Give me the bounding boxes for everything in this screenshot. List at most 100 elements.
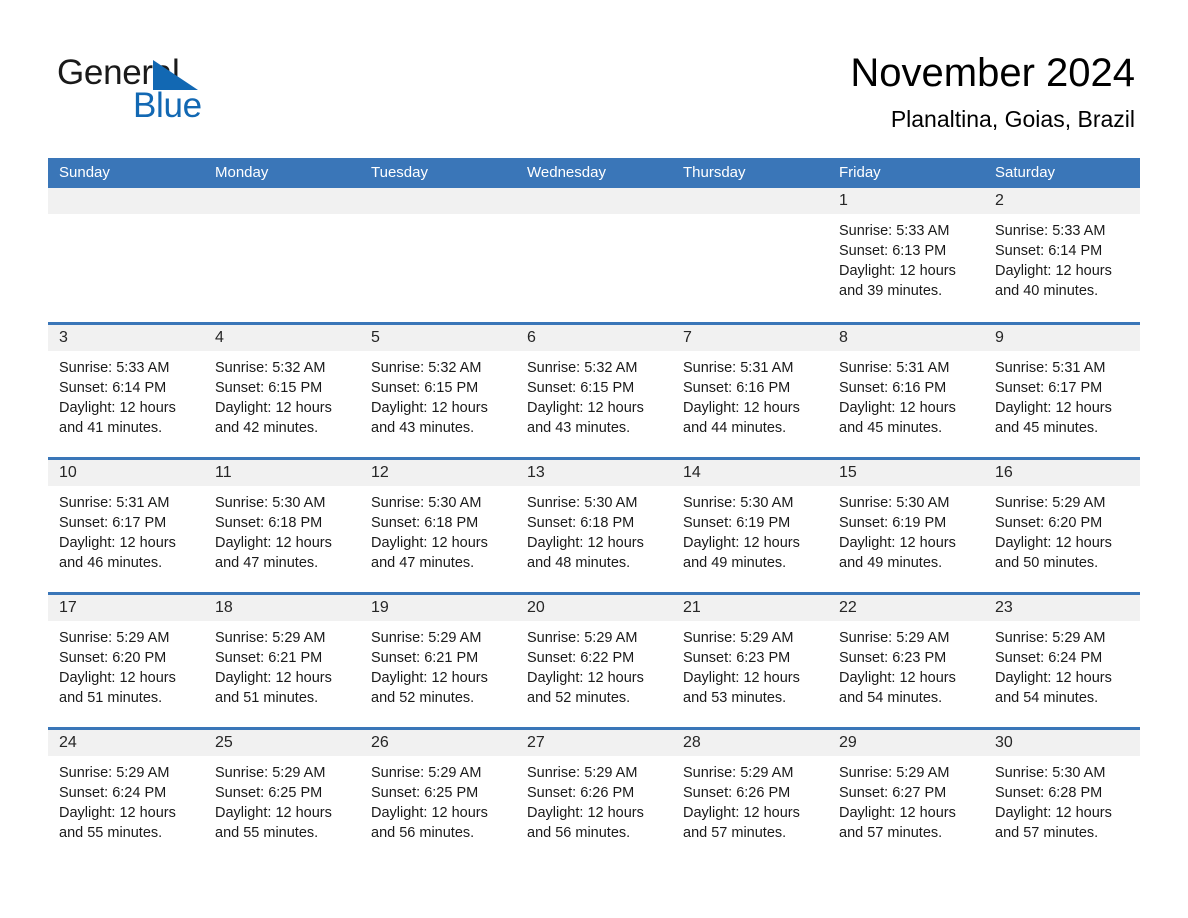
day-number-band — [516, 188, 672, 214]
calendar-day-cell[interactable]: 1 Sunrise: 5:33 AM Sunset: 6:13 PM Daylight… — [828, 188, 984, 322]
sunrise-text: Sunrise: 5:29 AM — [527, 765, 638, 781]
sunset-text: Sunset: 6:23 PM — [839, 650, 947, 666]
calendar-week-row: 17 Sunrise: 5:29 AM Sunset: 6:20 PM Dayligh… — [48, 592, 1140, 727]
calendar-day-cell-empty — [204, 188, 360, 322]
calendar-day-cell[interactable]: 18 Sunrise: 5:29 AM Sunset: 6:21 PM Dayligh… — [204, 592, 360, 727]
sunrise-text: Sunrise: 5:29 AM — [683, 765, 794, 781]
page-header: General Blue November 2024 Planaltina, G… — [0, 0, 1188, 158]
day-number-band: 18 — [204, 595, 360, 621]
calendar-day-cell[interactable]: 22 Sunrise: 5:29 AM Sunset: 6:23 PM Dayligh… — [828, 592, 984, 727]
day-number-band: 4 — [204, 325, 360, 351]
calendar-day-cell[interactable]: 30 Sunrise: 5:30 AM Sunset: 6:28 PM Dayligh… — [984, 727, 1140, 862]
calendar-day-cell-empty — [516, 188, 672, 322]
day-number-band: 24 — [48, 730, 204, 756]
daylight-text: Daylight: 12 hours and 57 minutes. — [995, 805, 1112, 841]
calendar-day-cell[interactable]: 16 Sunrise: 5:29 AM Sunset: 6:20 PM Dayligh… — [984, 457, 1140, 592]
daylight-text: Daylight: 12 hours and 54 minutes. — [995, 670, 1112, 706]
day-sun-info: Sunrise: 5:29 AM Sunset: 6:20 PM Daylight:… — [984, 486, 1140, 573]
day-sun-info: Sunrise: 5:31 AM Sunset: 6:16 PM Daylight:… — [672, 351, 828, 438]
calendar-day-cell[interactable]: 7 Sunrise: 5:31 AM Sunset: 6:16 PM Daylight… — [672, 322, 828, 457]
day-number-band: 22 — [828, 595, 984, 621]
sunset-text: Sunset: 6:15 PM — [371, 380, 479, 396]
day-number: 28 — [683, 734, 701, 751]
day-number: 13 — [527, 464, 545, 481]
weekday-header-wednesday: Wednesday — [527, 164, 606, 181]
day-number-band: 25 — [204, 730, 360, 756]
day-number: 8 — [839, 329, 848, 346]
calendar-day-cell[interactable]: 10 Sunrise: 5:31 AM Sunset: 6:17 PM Dayligh… — [48, 457, 204, 592]
calendar-day-cell[interactable]: 28 Sunrise: 5:29 AM Sunset: 6:26 PM Dayligh… — [672, 727, 828, 862]
day-number-band: 8 — [828, 325, 984, 351]
day-number: 12 — [371, 464, 389, 481]
calendar-day-cell[interactable]: 4 Sunrise: 5:32 AM Sunset: 6:15 PM Daylight… — [204, 322, 360, 457]
daylight-text: Daylight: 12 hours and 56 minutes. — [371, 805, 488, 841]
day-number-band: 23 — [984, 595, 1140, 621]
day-sun-info: Sunrise: 5:29 AM Sunset: 6:26 PM Daylight:… — [672, 756, 828, 843]
sunrise-text: Sunrise: 5:32 AM — [371, 360, 482, 376]
sunset-text: Sunset: 6:20 PM — [59, 650, 167, 666]
sunset-text: Sunset: 6:21 PM — [371, 650, 479, 666]
day-number-band: 9 — [984, 325, 1140, 351]
day-number-band: 20 — [516, 595, 672, 621]
day-sun-info: Sunrise: 5:29 AM Sunset: 6:23 PM Daylight:… — [672, 621, 828, 708]
day-number-band: 26 — [360, 730, 516, 756]
day-sun-info: Sunrise: 5:31 AM Sunset: 6:17 PM Daylight:… — [984, 351, 1140, 438]
calendar-day-cell[interactable]: 19 Sunrise: 5:29 AM Sunset: 6:21 PM Dayligh… — [360, 592, 516, 727]
calendar-day-cell[interactable]: 9 Sunrise: 5:31 AM Sunset: 6:17 PM Daylight… — [984, 322, 1140, 457]
calendar-day-cell[interactable]: 23 Sunrise: 5:29 AM Sunset: 6:24 PM Dayligh… — [984, 592, 1140, 727]
sunrise-text: Sunrise: 5:30 AM — [683, 495, 794, 511]
daylight-text: Daylight: 12 hours and 53 minutes. — [683, 670, 800, 706]
day-number: 9 — [995, 329, 1004, 346]
day-number-band — [672, 188, 828, 214]
calendar-day-cell[interactable]: 17 Sunrise: 5:29 AM Sunset: 6:20 PM Dayligh… — [48, 592, 204, 727]
calendar-day-cell-empty — [48, 188, 204, 322]
calendar-day-cell[interactable]: 13 Sunrise: 5:30 AM Sunset: 6:18 PM Dayligh… — [516, 457, 672, 592]
sunrise-text: Sunrise: 5:29 AM — [371, 630, 482, 646]
day-number-band: 2 — [984, 188, 1140, 214]
sunset-text: Sunset: 6:15 PM — [527, 380, 635, 396]
sunset-text: Sunset: 6:21 PM — [215, 650, 323, 666]
day-number-band: 10 — [48, 460, 204, 486]
calendar-day-cell[interactable]: 26 Sunrise: 5:29 AM Sunset: 6:25 PM Dayligh… — [360, 727, 516, 862]
calendar-day-cell[interactable]: 12 Sunrise: 5:30 AM Sunset: 6:18 PM Dayligh… — [360, 457, 516, 592]
day-number: 18 — [215, 599, 233, 616]
calendar-day-cell[interactable]: 27 Sunrise: 5:29 AM Sunset: 6:26 PM Dayligh… — [516, 727, 672, 862]
day-sun-info: Sunrise: 5:31 AM Sunset: 6:17 PM Daylight:… — [48, 486, 204, 573]
day-number: 26 — [371, 734, 389, 751]
calendar-day-cell[interactable]: 21 Sunrise: 5:29 AM Sunset: 6:23 PM Dayligh… — [672, 592, 828, 727]
day-number-band: 11 — [204, 460, 360, 486]
daylight-text: Daylight: 12 hours and 42 minutes. — [215, 400, 332, 436]
calendar-day-cell[interactable]: 24 Sunrise: 5:29 AM Sunset: 6:24 PM Dayligh… — [48, 727, 204, 862]
calendar-weeks: 1 Sunrise: 5:33 AM Sunset: 6:13 PM Daylight… — [48, 188, 1140, 862]
daylight-text: Daylight: 12 hours and 40 minutes. — [995, 263, 1112, 299]
sunset-text: Sunset: 6:23 PM — [683, 650, 791, 666]
sunrise-text: Sunrise: 5:33 AM — [59, 360, 170, 376]
calendar-day-cell[interactable]: 3 Sunrise: 5:33 AM Sunset: 6:14 PM Daylight… — [48, 322, 204, 457]
sunrise-text: Sunrise: 5:29 AM — [527, 630, 638, 646]
calendar-day-cell[interactable]: 8 Sunrise: 5:31 AM Sunset: 6:16 PM Daylight… — [828, 322, 984, 457]
calendar-day-cell[interactable]: 14 Sunrise: 5:30 AM Sunset: 6:19 PM Dayligh… — [672, 457, 828, 592]
daylight-text: Daylight: 12 hours and 47 minutes. — [215, 535, 332, 571]
sunrise-text: Sunrise: 5:31 AM — [839, 360, 950, 376]
day-number: 24 — [59, 734, 77, 751]
sunrise-text: Sunrise: 5:29 AM — [839, 765, 950, 781]
sunrise-text: Sunrise: 5:29 AM — [215, 765, 326, 781]
calendar-day-cell[interactable]: 15 Sunrise: 5:30 AM Sunset: 6:19 PM Dayligh… — [828, 457, 984, 592]
calendar-day-cell[interactable]: 11 Sunrise: 5:30 AM Sunset: 6:18 PM Dayligh… — [204, 457, 360, 592]
calendar-day-cell[interactable]: 6 Sunrise: 5:32 AM Sunset: 6:15 PM Daylight… — [516, 322, 672, 457]
calendar-day-cell[interactable]: 5 Sunrise: 5:32 AM Sunset: 6:15 PM Daylight… — [360, 322, 516, 457]
daylight-text: Daylight: 12 hours and 41 minutes. — [59, 400, 176, 436]
day-number-band: 6 — [516, 325, 672, 351]
calendar-day-cell[interactable]: 29 Sunrise: 5:29 AM Sunset: 6:27 PM Dayligh… — [828, 727, 984, 862]
sunset-text: Sunset: 6:13 PM — [839, 243, 947, 259]
day-sun-info: Sunrise: 5:29 AM Sunset: 6:26 PM Daylight:… — [516, 756, 672, 843]
day-number-band: 19 — [360, 595, 516, 621]
calendar-day-cell[interactable]: 2 Sunrise: 5:33 AM Sunset: 6:14 PM Daylight… — [984, 188, 1140, 322]
sunrise-text: Sunrise: 5:29 AM — [995, 495, 1106, 511]
daylight-text: Daylight: 12 hours and 45 minutes. — [839, 400, 956, 436]
calendar-day-cell[interactable]: 25 Sunrise: 5:29 AM Sunset: 6:25 PM Dayligh… — [204, 727, 360, 862]
calendar-day-cell[interactable]: 20 Sunrise: 5:29 AM Sunset: 6:22 PM Dayligh… — [516, 592, 672, 727]
daylight-text: Daylight: 12 hours and 46 minutes. — [59, 535, 176, 571]
day-number: 16 — [995, 464, 1013, 481]
calendar-week-row: 3 Sunrise: 5:33 AM Sunset: 6:14 PM Daylight… — [48, 322, 1140, 457]
